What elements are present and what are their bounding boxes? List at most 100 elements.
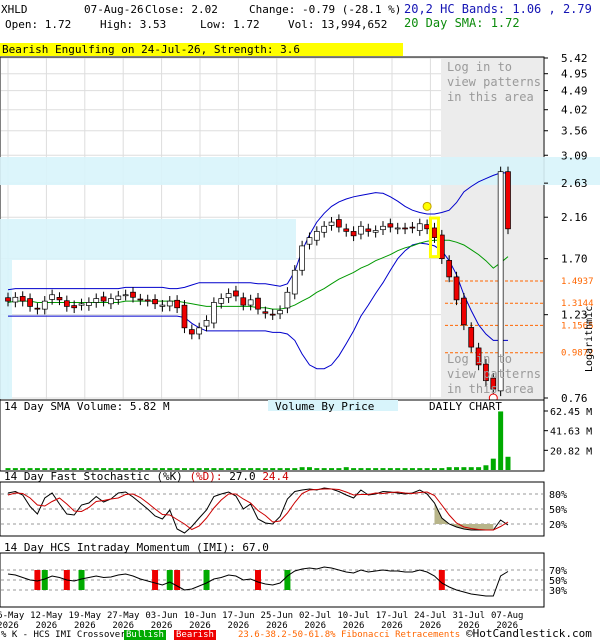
login-shade (441, 58, 543, 399)
volume-tick-label: 20.82 M (550, 446, 592, 457)
bear-candle (100, 296, 107, 302)
bullish-crossover (203, 570, 210, 590)
imi-tick-label: 30% (549, 586, 567, 597)
bear-candle (438, 234, 445, 260)
bear-candle (174, 299, 180, 309)
volume-bar (336, 468, 342, 470)
bull-candle (306, 237, 313, 245)
bull-candle (380, 225, 386, 231)
login-line-3: in this area (447, 90, 534, 104)
stoch-label: 14 Day Fast Stochastic (%K) (%D): 27.0 2… (4, 471, 289, 483)
volume-bar (299, 467, 305, 470)
volume-bar (446, 467, 452, 470)
bull-candle (49, 294, 55, 300)
bear-candle (130, 291, 136, 298)
pattern-marker (422, 201, 432, 211)
bull-candle (203, 320, 210, 327)
price-tick-label: 1.70 (561, 253, 588, 266)
bear-candle (453, 276, 460, 301)
bull-candle (159, 304, 166, 307)
date-tick-label: 10-Jul (337, 611, 370, 621)
bullish-badge: Bullish (124, 630, 166, 640)
stoch-title: 14 Day Fast Stochastic (%K) (4, 470, 183, 483)
stoch-d-value: 24.4 (262, 470, 289, 483)
date-tick-label: 17-Jul (376, 611, 409, 621)
date-tick-label: 10-Jun (184, 611, 217, 621)
bear-candle (137, 298, 144, 301)
bull-candle (284, 291, 291, 309)
volume-bar (380, 468, 386, 470)
volume-bar (329, 468, 335, 470)
date-tick-label: 31-Jul (453, 611, 486, 621)
copyright-text: ©HotCandlestick.com (466, 627, 592, 640)
bull-candle (78, 303, 85, 306)
price-tick-label: 2.63 (561, 177, 588, 190)
stoch-k-value: 27.0 (229, 470, 256, 483)
stoch-tick-label: 80% (549, 490, 567, 501)
stoch-d-title: (%D): (189, 470, 223, 483)
date-tick-label: 12-May (30, 611, 63, 621)
volume-bar (431, 468, 437, 470)
bull-candle (321, 225, 328, 233)
volume-bar (490, 458, 496, 470)
volume-bar (409, 468, 415, 470)
bull-candle (277, 310, 283, 315)
bearish-crossover (438, 570, 445, 590)
bullish-crossover (166, 570, 173, 590)
volume-bar (365, 468, 371, 470)
bull-candle (115, 295, 122, 300)
bear-candle (19, 296, 26, 302)
volume-tick-label: 62.45 M (550, 407, 592, 418)
date-tick-label: 03-Jun (145, 611, 178, 621)
bearish-crossover (255, 570, 261, 590)
bull-candle (211, 302, 217, 324)
support-zone (0, 219, 296, 260)
bear-candle (350, 231, 357, 237)
vbp-label: Volume By Price (275, 400, 375, 413)
price-tick-label: 0.76 (561, 392, 588, 405)
volume-bar (483, 465, 489, 470)
fib-label: 23.6-38.2-50-61.8% Fibonacci Retracement… (238, 630, 461, 640)
bull-candle (41, 300, 48, 310)
bear-candle (27, 298, 33, 307)
bull-candle (416, 223, 423, 231)
login-note-bottom[interactable]: Log in to view patterns in this area (447, 352, 541, 397)
volume-bar (461, 467, 467, 470)
volume-bar (314, 468, 320, 470)
login-note-top[interactable]: Log in to view patterns in this area (447, 60, 541, 105)
left-zone (0, 260, 12, 399)
stoch-tick-label: 50% (549, 505, 567, 516)
volume-tick-label: 41.63 M (550, 427, 592, 438)
bear-candle (402, 227, 408, 230)
volume-bar (292, 468, 298, 470)
bull-candle (225, 293, 232, 299)
crossover-label: % K - HCS IMI Crossover: (1, 630, 132, 640)
price-tick-label: 3.09 (561, 149, 588, 162)
copyright[interactable]: ©HotCandlestick.com (466, 628, 592, 640)
volume-bar (498, 411, 504, 470)
bear-candle (240, 297, 247, 306)
bull-candle (291, 269, 298, 295)
volume-bar (395, 468, 401, 470)
date-tick-label: 17-Jun (222, 611, 255, 621)
bear-candle (387, 223, 394, 228)
date-tick-label: 27-May (107, 611, 140, 621)
bull-candle (394, 227, 401, 230)
bull-candle (299, 245, 305, 271)
bull-candle (372, 230, 379, 233)
bull-candle (86, 302, 92, 306)
volume-bar (343, 467, 349, 470)
volume-bar (476, 467, 482, 470)
volume-bar (402, 468, 408, 470)
bear-candle (446, 260, 453, 278)
price-tick-label: 4.95 (561, 68, 588, 81)
bearish-badge: Bearish (174, 630, 216, 640)
volume-bar (424, 468, 430, 470)
bear-candle (56, 297, 63, 301)
stoch-tick-label: 20% (549, 520, 567, 531)
bear-candle (431, 227, 438, 238)
volume-bar (505, 456, 511, 470)
bull-candle (166, 300, 173, 307)
date-tick-label: 07-Aug (491, 611, 524, 621)
bear-candle (188, 329, 195, 335)
